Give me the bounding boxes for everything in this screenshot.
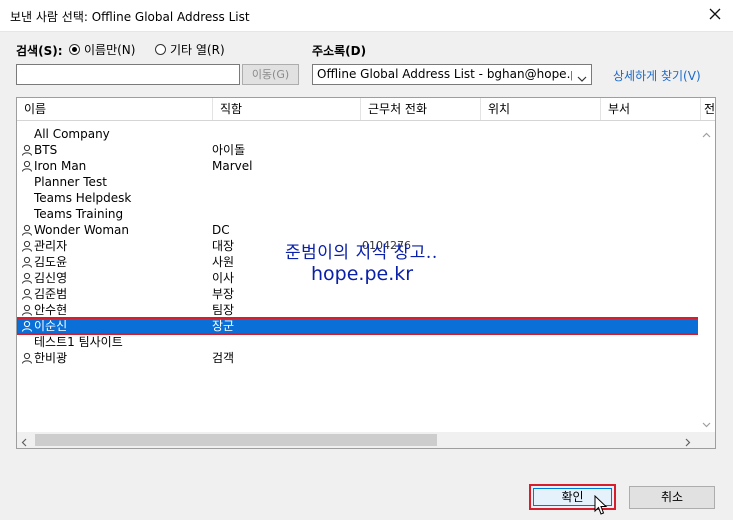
list-item[interactable]: BTS 아이돌: [17, 142, 699, 158]
scroll-left-icon[interactable]: [21, 436, 27, 448]
address-book-label: 주소록(D): [312, 44, 367, 58]
move-button[interactable]: 이동(G): [242, 64, 299, 85]
mouse-cursor-icon: [594, 494, 608, 520]
item-name: 테스트1 팀사이트: [34, 335, 123, 349]
item-name: 김준범: [34, 287, 68, 301]
person-icon: [21, 272, 33, 284]
item-title: 이사: [212, 271, 235, 285]
column-header-department[interactable]: 부서: [601, 98, 701, 120]
item-name: All Company: [34, 127, 110, 141]
radio-indicator-checked: [69, 44, 80, 55]
list-header: 이름 직함 근무처 전화 위치 부서 전: [17, 98, 715, 121]
item-name: 김도윤: [34, 255, 68, 269]
column-header-more[interactable]: 전: [701, 98, 715, 120]
column-header-name[interactable]: 이름: [17, 98, 213, 120]
person-icon: [21, 352, 33, 364]
scroll-down-icon[interactable]: [702, 417, 711, 431]
item-name: BTS: [34, 143, 58, 157]
cancel-button[interactable]: 취소: [629, 486, 715, 509]
radio-other-columns[interactable]: 기타 열(R): [155, 41, 225, 58]
column-header-location[interactable]: 위치: [481, 98, 601, 120]
list-item[interactable]: Planner Test: [17, 174, 699, 190]
radio-indicator-unchecked: [155, 44, 166, 55]
item-name: Planner Test: [34, 175, 107, 189]
watermark-line2: hope.pe.kr: [311, 263, 414, 285]
title-bar: 보낸 사람 선택: Offline Global Address List: [0, 0, 733, 32]
person-icon: [21, 256, 33, 268]
ok-button-label: 확인: [561, 490, 584, 504]
column-header-business-phone[interactable]: 근무처 전화: [361, 98, 481, 120]
item-title: 검객: [212, 351, 235, 365]
item-title: DC: [212, 223, 230, 237]
search-label: 검색(S):: [16, 44, 63, 58]
column-header-title[interactable]: 직함: [213, 98, 361, 120]
list-item-selected[interactable]: 이순신 장군: [17, 317, 700, 335]
person-icon: [21, 144, 33, 156]
item-name: Iron Man: [34, 159, 87, 173]
person-icon: [21, 320, 33, 332]
chevron-down-icon: [577, 70, 587, 84]
scroll-up-icon[interactable]: [702, 127, 711, 141]
person-icon: [21, 288, 33, 300]
item-title: 대장: [212, 239, 235, 253]
person-icon: [21, 240, 33, 252]
list-item[interactable]: Teams Helpdesk: [17, 190, 699, 206]
item-name: 안수현: [34, 303, 68, 317]
vertical-scrollbar[interactable]: [698, 121, 715, 433]
list-item[interactable]: 김준범 부장: [17, 286, 699, 302]
item-name: 김신영: [34, 271, 68, 285]
item-title: 아이돌: [212, 143, 246, 157]
item-name: Teams Helpdesk: [34, 191, 132, 205]
item-name: 관리자: [34, 239, 68, 253]
list-item[interactable]: Wonder Woman DC: [17, 222, 699, 238]
radio-other-columns-label: 기타 열(R): [170, 43, 225, 57]
search-input[interactable]: [16, 64, 240, 85]
address-book-select[interactable]: Offline Global Address List - bghan@hope…: [312, 64, 592, 85]
item-title: Marvel: [212, 159, 253, 173]
person-icon: [21, 224, 33, 236]
horizontal-scroll-thumb[interactable]: [35, 434, 437, 446]
list-item[interactable]: 테스트1 팀사이트: [17, 334, 699, 350]
list-item[interactable]: Iron Man Marvel: [17, 158, 699, 174]
list-item[interactable]: 안수현 팀장: [17, 302, 699, 318]
list-item[interactable]: 한비광 검객: [17, 350, 699, 366]
item-title: 부장: [212, 287, 235, 301]
list-item[interactable]: All Company: [17, 126, 699, 142]
item-title: 장군: [212, 319, 235, 333]
scroll-right-icon[interactable]: [685, 436, 691, 448]
radio-name-only-label: 이름만(N): [84, 43, 136, 57]
address-book-selected: Offline Global Address List - bghan@hope…: [317, 67, 572, 81]
item-name: 이순신: [34, 319, 68, 333]
item-title: 사원: [212, 255, 235, 269]
person-icon: [21, 304, 33, 316]
item-title: 팀장: [212, 303, 235, 317]
item-name: 한비광: [34, 351, 68, 365]
item-name: Teams Training: [34, 207, 124, 221]
horizontal-scrollbar[interactable]: [17, 432, 715, 448]
list-item[interactable]: Teams Training: [17, 206, 699, 222]
person-icon: [21, 160, 33, 172]
radio-name-only[interactable]: 이름만(N): [69, 41, 135, 58]
close-icon[interactable]: [706, 5, 724, 23]
advanced-find-link[interactable]: 상세하게 찾기(V): [613, 67, 701, 84]
watermark-line1: 준범이의 지식 창고..: [285, 243, 438, 263]
window-title: 보낸 사람 선택: Offline Global Address List: [10, 10, 250, 24]
item-name: Wonder Woman: [34, 223, 130, 237]
